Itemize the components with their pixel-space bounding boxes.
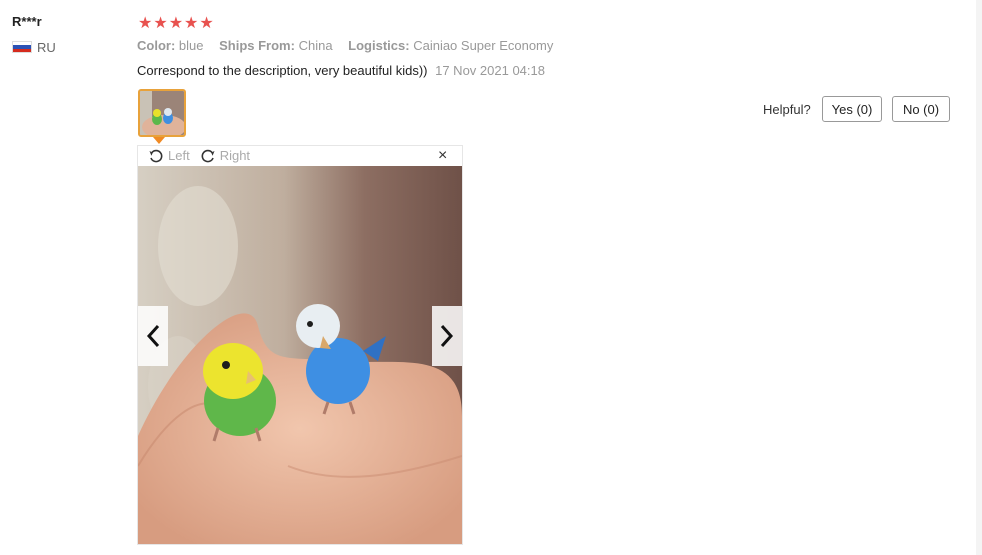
russia-flag-icon [12,41,32,53]
logistics-value: Cainiao Super Economy [413,38,554,53]
color-value: blue [178,38,204,53]
logistics-label: Logistics: [348,38,410,53]
helpful-label: Helpful? [763,102,811,117]
viewer-toolbar: Left Right [148,146,256,165]
reviewer-name: R***r [12,14,42,29]
order-attributes: Color: blue Ships From: China Logistics:… [137,38,553,53]
ships-from-value: China [298,38,333,53]
reviewer-country: RU [37,40,56,55]
review-date: 17 Nov 2021 04:18 [435,63,545,78]
next-photo-button[interactable] [432,306,462,366]
helpful-yes-button[interactable]: Yes (0) [822,96,882,122]
chevron-left-icon [146,324,160,348]
close-viewer-button[interactable]: × [438,147,447,165]
star-rating: ★★★★★ [138,15,215,32]
review-text: Correspond to the description, very beau… [137,63,428,78]
page-scroll-edge [976,0,982,555]
review-photo-thumbnail[interactable] [138,89,186,137]
color-label: Color: [137,38,176,53]
rotate-left-button[interactable]: Left [148,148,190,164]
rotate-right-label: Right [219,148,251,163]
previous-photo-button[interactable] [138,306,168,366]
thumbnail-pointer [153,137,165,144]
ships-from-label: Ships From: [219,38,295,53]
rotate-left-label: Left [168,148,190,163]
chevron-right-icon [440,324,454,348]
review-body: Correspond to the description, very beau… [137,63,545,78]
helpful-no-button[interactable]: No (0) [892,96,950,122]
rotate-right-button[interactable]: Right [200,148,250,164]
rotate-left-icon [149,149,163,162]
rotate-right-icon [201,149,215,162]
review-photo [138,166,462,544]
